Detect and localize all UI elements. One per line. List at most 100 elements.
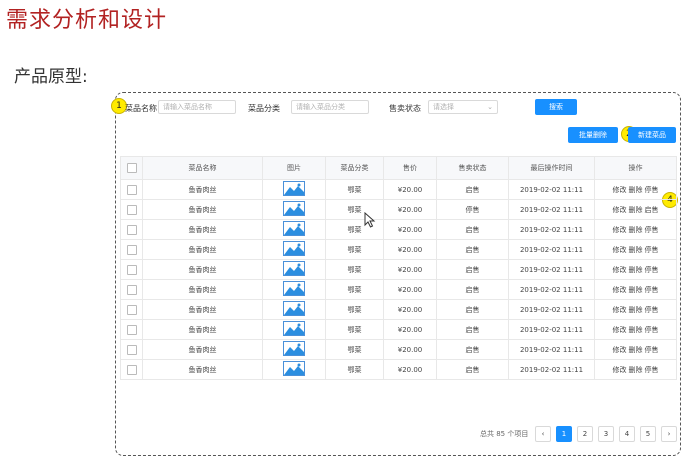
edit-link[interactable]: 修改 [613, 326, 627, 334]
edit-link[interactable]: 修改 [613, 246, 627, 254]
dish-name-cell: 鱼香肉丝 [142, 339, 263, 360]
dish-name-input[interactable]: 请输入菜品名称 [158, 100, 236, 114]
edit-link[interactable]: 修改 [613, 186, 627, 194]
row-select-cell[interactable] [120, 259, 143, 280]
row-select-cell[interactable] [120, 199, 143, 220]
image-placeholder-icon [283, 221, 305, 238]
page-button-3[interactable]: 3 [598, 426, 614, 442]
delete-link[interactable]: 删除 [629, 286, 643, 294]
row-select-cell[interactable] [120, 279, 143, 300]
dish-time-cell: 2019-02-02 11:11 [508, 199, 595, 220]
toggle-sale-link[interactable]: 启售 [645, 206, 659, 214]
page-button-4[interactable]: 4 [619, 426, 635, 442]
edit-link[interactable]: 修改 [613, 366, 627, 374]
edit-link[interactable]: 修改 [613, 346, 627, 354]
table-row: 鱼香肉丝 鄂菜 ¥20.00 启售 2019-02-02 11:11 修改 删除 停售 [120, 259, 677, 280]
row-checkbox[interactable] [126, 244, 137, 255]
edit-link[interactable]: 修改 [613, 226, 627, 234]
page-button-2[interactable]: 2 [577, 426, 593, 442]
table-row: 鱼香肉丝 鄂菜 ¥20.00 启售 2019-02-02 11:11 修改 删除 停售 [120, 319, 677, 340]
dish-price-cell: ¥20.00 [383, 319, 437, 340]
row-checkbox[interactable] [126, 184, 137, 195]
image-placeholder-icon [283, 361, 305, 378]
page-button-1[interactable]: 1 [556, 426, 572, 442]
dish-name-cell: 鱼香肉丝 [142, 179, 263, 200]
dish-price-cell: ¥20.00 [383, 239, 437, 260]
select-all-cell[interactable] [120, 156, 143, 180]
dish-price-cell: ¥20.00 [383, 219, 437, 240]
row-select-cell[interactable] [120, 339, 143, 360]
delete-link[interactable]: 删除 [629, 266, 643, 274]
page-button-5[interactable]: 5 [640, 426, 656, 442]
toggle-sale-link[interactable]: 停售 [645, 246, 659, 254]
column-header-actions: 操作 [594, 156, 677, 180]
image-placeholder-icon [283, 321, 305, 338]
dish-image-cell [262, 279, 326, 300]
dish-image-cell [262, 299, 326, 320]
row-checkbox[interactable] [126, 324, 137, 335]
row-select-cell[interactable] [120, 299, 143, 320]
row-checkbox[interactable] [126, 204, 137, 215]
dish-status-cell: 启售 [436, 339, 509, 360]
dish-time-cell: 2019-02-02 11:11 [508, 279, 595, 300]
table-header-row: 菜品名称 图片 菜品分类 售价 售卖状态 最后操作时间 操作 [120, 156, 677, 180]
row-checkbox[interactable] [126, 264, 137, 275]
toggle-sale-link[interactable]: 停售 [645, 226, 659, 234]
row-select-cell[interactable] [120, 359, 143, 380]
batch-delete-button[interactable]: 批量删除 [568, 127, 618, 143]
dish-time-cell: 2019-02-02 11:11 [508, 359, 595, 380]
row-checkbox[interactable] [126, 364, 137, 375]
delete-link[interactable]: 删除 [629, 186, 643, 194]
dish-image-cell [262, 259, 326, 280]
row-select-cell[interactable] [120, 219, 143, 240]
sale-status-select[interactable]: 请选择 ⌄ [428, 100, 498, 114]
dish-time-cell: 2019-02-02 11:11 [508, 339, 595, 360]
dish-category-cell: 鄂菜 [325, 179, 384, 200]
toggle-sale-link[interactable]: 停售 [645, 266, 659, 274]
dish-actions-cell: 修改 删除 启售 [594, 199, 677, 220]
row-checkbox[interactable] [126, 224, 137, 235]
next-page-button[interactable]: › [661, 426, 677, 442]
dish-actions-cell: 修改 删除 停售 [594, 279, 677, 300]
filter-category-label: 菜品分类 [248, 104, 280, 113]
prev-page-button[interactable]: ‹ [535, 426, 551, 442]
toggle-sale-link[interactable]: 停售 [645, 346, 659, 354]
toggle-sale-link[interactable]: 停售 [645, 286, 659, 294]
dish-actions-cell: 修改 删除 停售 [594, 339, 677, 360]
dish-actions-cell: 修改 删除 停售 [594, 319, 677, 340]
row-select-cell[interactable] [120, 319, 143, 340]
dish-name-cell: 鱼香肉丝 [142, 199, 263, 220]
dish-actions-cell: 修改 删除 停售 [594, 259, 677, 280]
new-dish-button[interactable]: 新建菜品 [628, 127, 676, 143]
delete-link[interactable]: 删除 [629, 346, 643, 354]
delete-link[interactable]: 删除 [629, 326, 643, 334]
edit-link[interactable]: 修改 [613, 206, 627, 214]
dish-category-input[interactable]: 请输入菜品分类 [291, 100, 369, 114]
delete-link[interactable]: 删除 [629, 246, 643, 254]
row-checkbox[interactable] [126, 284, 137, 295]
row-select-cell[interactable] [120, 239, 143, 260]
pagination-total: 总共 85 个项目 [480, 430, 529, 438]
delete-link[interactable]: 删除 [629, 206, 643, 214]
select-all-checkbox[interactable] [126, 163, 137, 173]
toggle-sale-link[interactable]: 停售 [645, 326, 659, 334]
row-select-cell[interactable] [120, 179, 143, 200]
dish-status-cell: 启售 [436, 239, 509, 260]
delete-link[interactable]: 删除 [629, 366, 643, 374]
column-header-image: 图片 [262, 156, 326, 180]
dish-image-cell [262, 199, 326, 220]
edit-link[interactable]: 修改 [613, 306, 627, 314]
toggle-sale-link[interactable]: 停售 [645, 306, 659, 314]
edit-link[interactable]: 修改 [613, 286, 627, 294]
row-checkbox[interactable] [126, 344, 137, 355]
delete-link[interactable]: 删除 [629, 306, 643, 314]
dish-actions-cell: 修改 删除 停售 [594, 299, 677, 320]
dish-image-cell [262, 319, 326, 340]
search-button[interactable]: 搜索 [535, 99, 577, 115]
dish-status-cell: 停售 [436, 199, 509, 220]
toggle-sale-link[interactable]: 停售 [645, 186, 659, 194]
row-checkbox[interactable] [126, 304, 137, 315]
toggle-sale-link[interactable]: 停售 [645, 366, 659, 374]
delete-link[interactable]: 删除 [629, 226, 643, 234]
edit-link[interactable]: 修改 [613, 266, 627, 274]
